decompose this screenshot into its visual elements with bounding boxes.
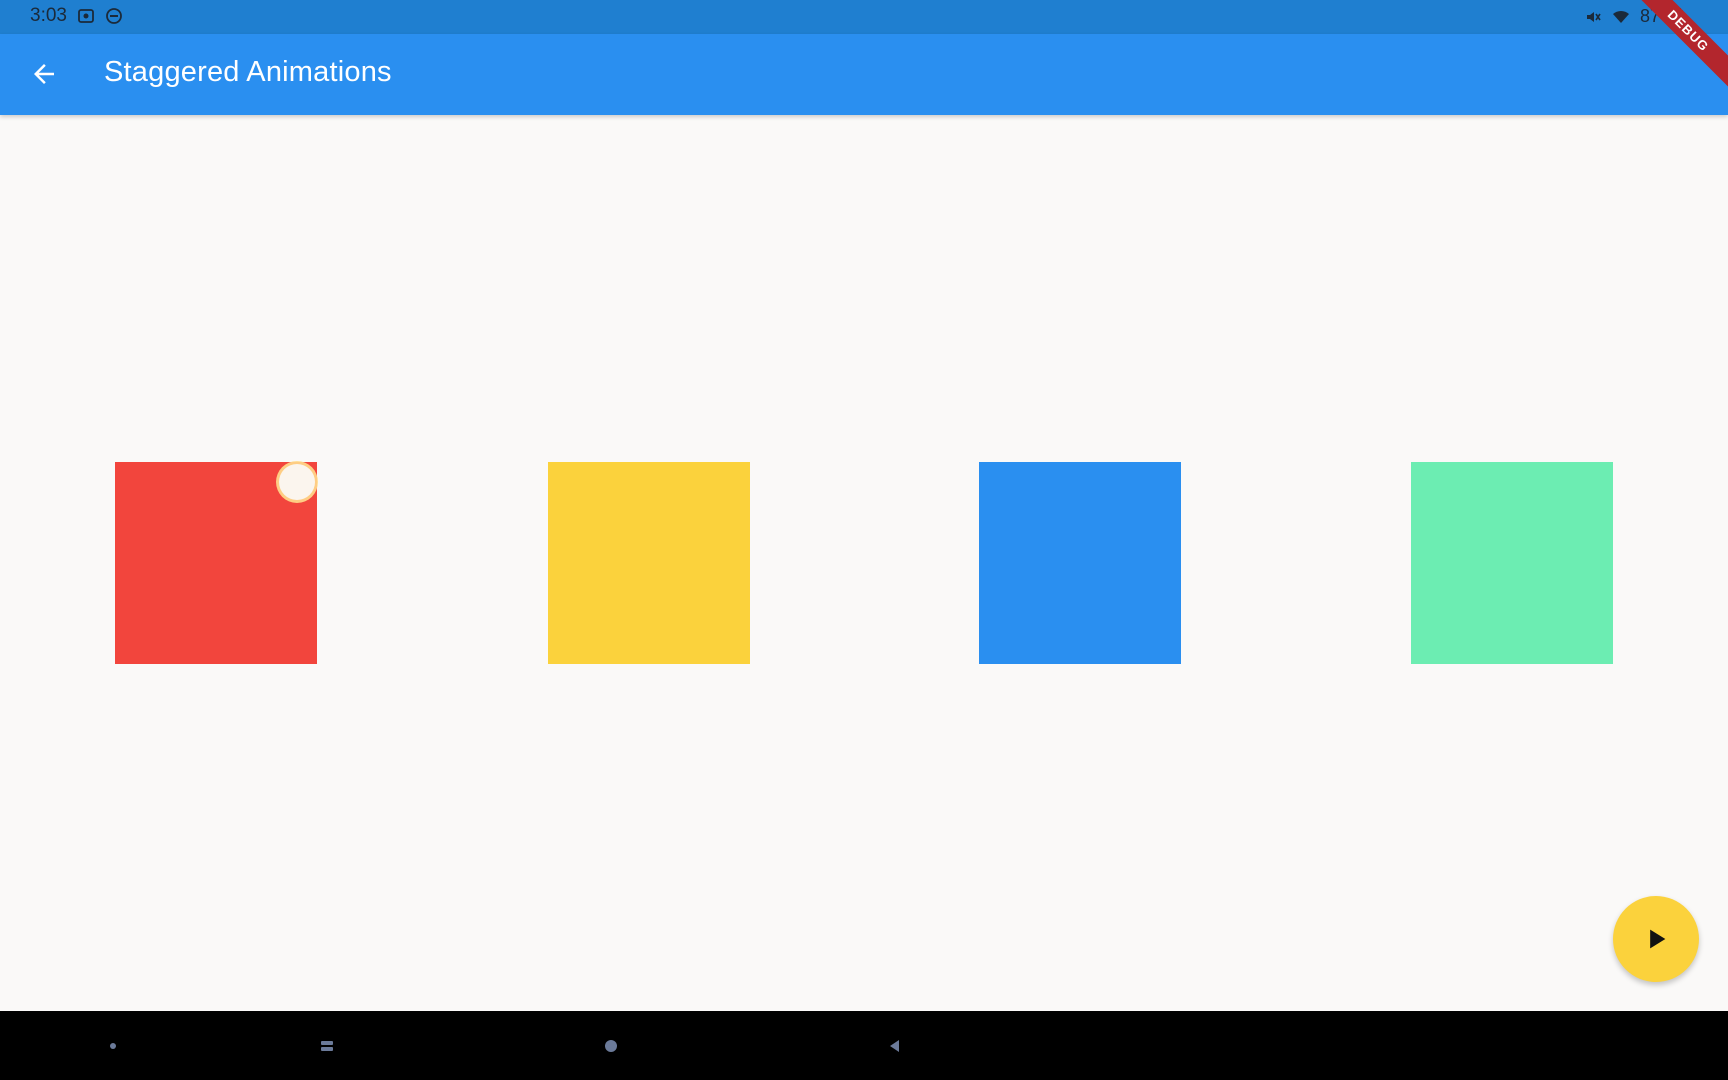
system-nav-bar (0, 1011, 1728, 1080)
status-time: 3:03 (30, 5, 67, 26)
square-blue (979, 462, 1181, 664)
square-green (1411, 462, 1613, 664)
status-bar: 3:03 87 (0, 0, 1728, 34)
debug-banner-clip: DEBUG (1618, 0, 1728, 110)
back-triangle-icon (890, 1040, 899, 1052)
screenshot-icon (77, 7, 95, 25)
play-button[interactable] (1613, 896, 1699, 982)
play-icon (1650, 929, 1666, 949)
square-yellow (548, 462, 750, 664)
page-title: Staggered Animations (104, 56, 392, 88)
debug-banner: DEBUG (1623, 0, 1728, 96)
home-icon (605, 1040, 617, 1052)
touch-indicator (279, 464, 315, 500)
app-bar: Staggered Animations (0, 34, 1728, 115)
nav-back-button[interactable] (882, 1033, 908, 1059)
mute-icon (1584, 8, 1602, 26)
nav-recents-button[interactable] (314, 1033, 340, 1059)
back-button[interactable] (22, 52, 66, 96)
recents-icon (321, 1041, 333, 1051)
recents-dot-icon (110, 1043, 116, 1049)
do-not-disturb-icon (105, 7, 123, 25)
nav-dot-button[interactable] (100, 1033, 126, 1059)
nav-home-button[interactable] (598, 1033, 624, 1059)
arrow-back-icon (34, 64, 54, 84)
